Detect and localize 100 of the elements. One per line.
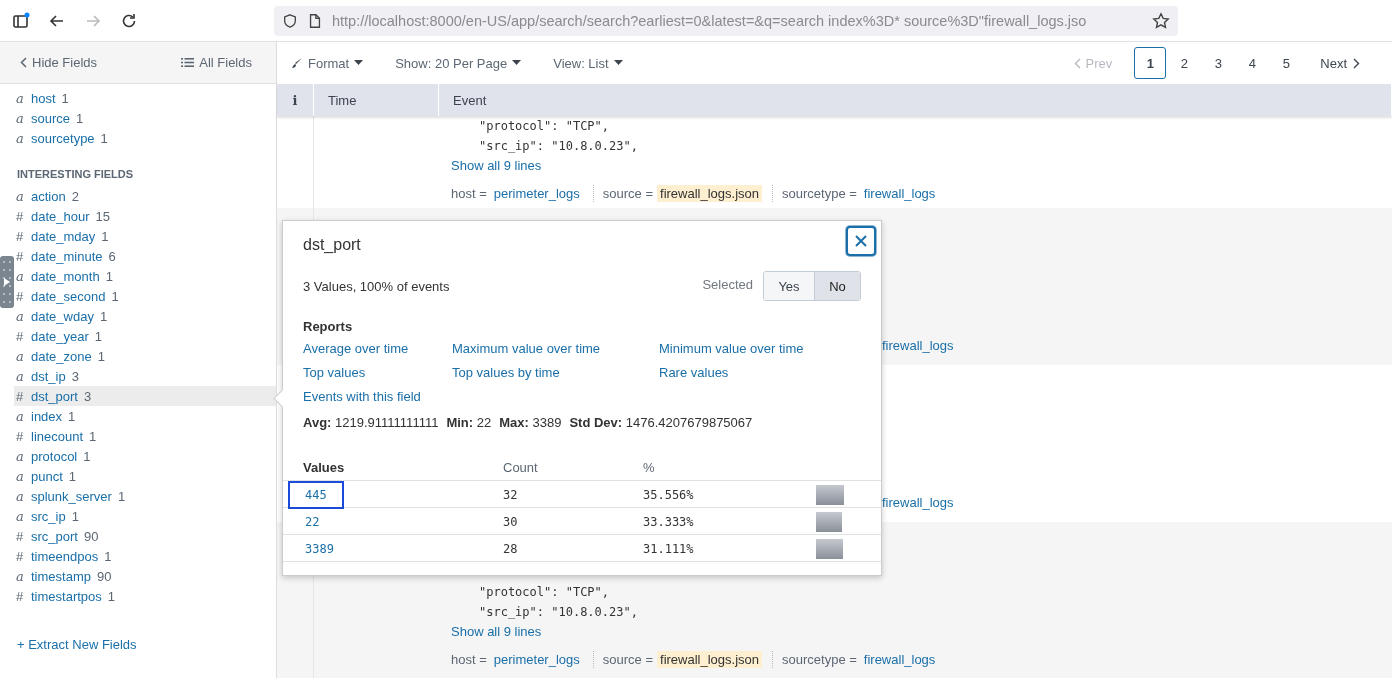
shield-icon[interactable] (282, 12, 298, 29)
brush-icon (291, 57, 303, 69)
field-value-link[interactable]: firewall_logs (879, 337, 957, 354)
field-value-link[interactable]: firewall_logs.json (657, 185, 762, 202)
field-key: host = (451, 652, 487, 667)
stat-text: Avg: 1219.91111111111 (303, 415, 439, 430)
field-item[interactable]: a src_ip 1 (14, 506, 276, 526)
field-item[interactable]: # timeendpos 1 (14, 546, 276, 566)
popover-title: dst_port (303, 235, 361, 255)
next-button[interactable]: Next (1314, 54, 1366, 72)
report-link[interactable]: Top values by time (452, 365, 560, 380)
field-item[interactable]: a date_wday 1 (14, 306, 276, 326)
reports-heading: Reports (303, 319, 354, 334)
field-key: sourcetype = (782, 652, 857, 667)
url-text: http://localhost:8000/en-US/app/search/search?earliest=0&latest=&q=search index%3D* source%3D"firewall_logs.jso (332, 12, 1088, 29)
field-item[interactable]: # date_second 1 (14, 286, 276, 306)
field-value-link[interactable]: firewall_logs (879, 494, 957, 511)
percent-cell-text: 31.111% (643, 542, 695, 556)
show-all-link[interactable]: Show all 9 lines (451, 158, 542, 173)
field-value-link[interactable]: firewall_logs (860, 185, 939, 202)
column-header: Count (503, 459, 539, 475)
column-header: Event (439, 84, 1392, 116)
percent-cell-text: 35.556% (643, 488, 695, 502)
field-key: sourcetype = (782, 186, 857, 201)
sidebar-icon[interactable] (12, 11, 30, 30)
chevron-left-icon (20, 57, 27, 68)
field-item[interactable]: # date_mday 1 (14, 226, 276, 246)
page-button[interactable]: 2 (1168, 47, 1201, 79)
field-item[interactable]: a index 1 (14, 406, 276, 426)
field-item[interactable]: # dst_port 3 (14, 386, 276, 406)
field-item[interactable]: a host 1 (14, 88, 276, 108)
page-button[interactable]: 3 (1202, 47, 1235, 79)
column-header: % (643, 459, 656, 475)
field-item[interactable]: a dst_ip 3 (14, 366, 276, 386)
star-icon[interactable] (1152, 11, 1170, 30)
field-value-link[interactable]: firewall_logs.json (657, 651, 762, 668)
page-button[interactable]: 4 (1236, 47, 1269, 79)
stat-text: Max: 3389 (499, 415, 562, 430)
event-line: "protocol": "TCP", (478, 118, 611, 135)
field-item[interactable]: a protocol 1 (14, 446, 276, 466)
view-dropdown[interactable]: View: List (553, 55, 623, 71)
field-item[interactable]: a punct 1 (14, 466, 276, 486)
page-button[interactable]: 1 (1134, 47, 1167, 79)
field-key: source = (602, 652, 653, 667)
value-link[interactable]: 445 (288, 481, 344, 509)
value-link[interactable]: 3389 (288, 535, 351, 563)
field-item[interactable]: # timestartpos 1 (14, 586, 276, 606)
list-icon (181, 57, 195, 68)
field-key: host = (451, 186, 487, 201)
all-fields-button[interactable]: All Fields (181, 55, 252, 70)
report-link[interactable]: Average over time (303, 341, 409, 356)
event-line: "src_ip": "10.8.0.23", (478, 604, 639, 621)
extract-fields-link[interactable]: + Extract New Fields (17, 637, 137, 652)
report-link[interactable]: Maximum value over time (452, 341, 601, 356)
close-button[interactable] (846, 226, 876, 256)
format-dropdown[interactable]: Format (291, 55, 364, 71)
field-item[interactable]: # date_hour 15 (14, 206, 276, 226)
count-cell-text: 32 (503, 488, 519, 502)
value-link[interactable]: 22 (288, 508, 337, 536)
field-item[interactable]: a date_month 1 (14, 266, 276, 286)
field-item[interactable]: a timestamp 90 (14, 566, 276, 586)
stat-text: Min: 22 (446, 415, 492, 430)
field-item[interactable]: a source 1 (14, 108, 276, 128)
field-item[interactable]: # date_minute 6 (14, 246, 276, 266)
reload-icon[interactable] (120, 11, 138, 30)
field-item[interactable]: # linecount 1 (14, 426, 276, 446)
selected-label: Selected (702, 276, 753, 292)
close-icon (854, 234, 868, 248)
column-header: Time (314, 84, 439, 116)
field-item[interactable]: # date_year 1 (14, 326, 276, 346)
field-item[interactable]: a sourcetype 1 (14, 128, 276, 148)
column-header: i (277, 84, 314, 116)
field-item[interactable]: a date_zone 1 (14, 346, 276, 366)
report-link[interactable]: Minimum value over time (659, 341, 804, 356)
page-icon (308, 12, 322, 29)
field-value-link[interactable]: firewall_logs (860, 651, 939, 668)
toggle-option[interactable]: Yes (764, 272, 814, 300)
show-all-link[interactable]: Show all 9 lines (451, 624, 542, 639)
caret-icon (512, 60, 522, 66)
report-link[interactable]: Rare values (659, 365, 729, 380)
page-button[interactable]: 5 (1270, 47, 1303, 79)
values-summary: 3 Values, 100% of events (303, 278, 450, 294)
count-cell-text: 30 (503, 515, 519, 529)
field-item[interactable]: # src_port 90 (14, 526, 276, 546)
report-link[interactable]: Top values (303, 365, 366, 380)
show-per-page-dropdown[interactable]: Show: 20 Per Page (395, 55, 522, 71)
drag-handle[interactable] (0, 256, 14, 308)
field-item[interactable]: a splunk_server 1 (14, 486, 276, 506)
count-cell-text: 28 (503, 542, 519, 556)
field-value-link[interactable]: perimeter_logs (490, 185, 583, 202)
stat-text: Std Dev: 1476.4207679875067 (569, 415, 753, 430)
hide-fields-button[interactable]: Hide Fields (20, 55, 98, 70)
toggle-option[interactable]: No (814, 272, 860, 300)
field-item[interactable]: a action 2 (14, 186, 276, 206)
section-heading: INTERESTING FIELDS (16, 167, 135, 182)
field-value-link[interactable]: perimeter_logs (490, 651, 583, 668)
chevron-right-icon (1353, 57, 1360, 69)
report-link[interactable]: Events with this field (303, 389, 421, 404)
percent-cell-text: 33.333% (643, 515, 695, 529)
event-line: "protocol": "TCP", (478, 584, 611, 601)
